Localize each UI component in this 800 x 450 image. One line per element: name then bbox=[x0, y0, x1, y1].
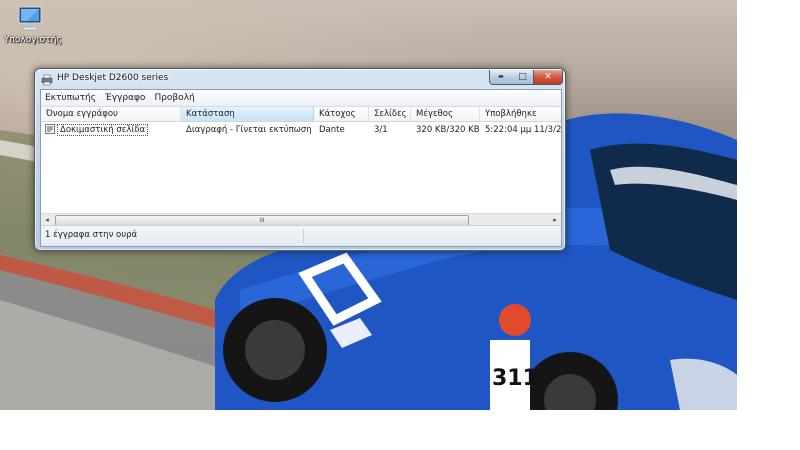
minimize-button[interactable]: ▬ bbox=[489, 70, 513, 85]
document-name-text: Δοκιμαστική σελίδα bbox=[57, 124, 149, 136]
cell-pages: 3/1 bbox=[374, 125, 388, 135]
printer-icon bbox=[41, 74, 53, 86]
minimize-icon: ▬ bbox=[498, 73, 504, 80]
desktop-icon-label: Υπολογιστής bbox=[4, 35, 62, 45]
column-status[interactable]: Κατάσταση bbox=[181, 107, 314, 121]
job-list: Δοκιμαστική σελίδα Διαγραφή - Γίνεται εκ… bbox=[41, 122, 561, 213]
column-document-name[interactable]: Όνομα εγγράφου bbox=[41, 107, 181, 121]
column-header-row: Όνομα εγγράφου Κατάσταση Κάτοχος Σελίδες… bbox=[41, 107, 561, 122]
table-row[interactable]: Δοκιμαστική σελίδα Διαγραφή - Γίνεται εκ… bbox=[41, 124, 561, 137]
status-divider bbox=[303, 229, 304, 243]
window-titlebar[interactable]: HP Deskjet D2600 series ▬ □ ✕ bbox=[35, 69, 565, 89]
cell-status: Διαγραφή - Γίνεται εκτύπωση bbox=[186, 125, 312, 135]
cell-owner: Dante bbox=[319, 125, 345, 135]
svg-text:311: 311 bbox=[492, 366, 538, 391]
close-button[interactable]: ✕ bbox=[534, 70, 563, 85]
printer-queue-window: HP Deskjet D2600 series ▬ □ ✕ Εκτυπωτής … bbox=[34, 68, 566, 251]
column-pages[interactable]: Σελίδες bbox=[369, 107, 411, 121]
cell-document-name: Δοκιμαστική σελίδα bbox=[41, 124, 181, 137]
menu-printer[interactable]: Εκτυπωτής bbox=[41, 93, 101, 103]
status-text: 1 έγγραφα στην ουρά bbox=[45, 230, 138, 240]
status-bar: 1 έγγραφα στην ουρά bbox=[41, 225, 561, 246]
maximize-button[interactable]: □ bbox=[512, 70, 534, 85]
menu-document[interactable]: Έγγραφο bbox=[101, 93, 150, 103]
close-icon: ✕ bbox=[544, 71, 552, 82]
window-title: HP Deskjet D2600 series bbox=[57, 73, 169, 83]
cell-size: 320 KB/320 KB bbox=[416, 125, 480, 135]
cell-submitted: 5:22:04 μμ 11/3/2010 bbox=[485, 125, 561, 135]
column-submitted[interactable]: Υποβλήθηκε bbox=[480, 107, 561, 121]
computer-icon bbox=[18, 6, 42, 31]
menu-bar: Εκτυπωτής Έγγραφο Προβολή bbox=[41, 90, 561, 107]
menu-view[interactable]: Προβολή bbox=[150, 93, 199, 103]
column-owner[interactable]: Κάτοχος bbox=[314, 107, 369, 121]
column-size[interactable]: Μέγεθος bbox=[411, 107, 480, 121]
document-icon bbox=[45, 124, 55, 134]
window-client-area: Εκτυπωτής Έγγραφο Προβολή Όνομα εγγράφου… bbox=[40, 89, 562, 247]
desktop-icon-computer[interactable]: Υπολογιστής bbox=[4, 4, 62, 45]
desktop: 311 Υπολογιστής HP Deskjet D2600 series bbox=[0, 0, 800, 450]
maximize-icon: □ bbox=[518, 71, 527, 82]
